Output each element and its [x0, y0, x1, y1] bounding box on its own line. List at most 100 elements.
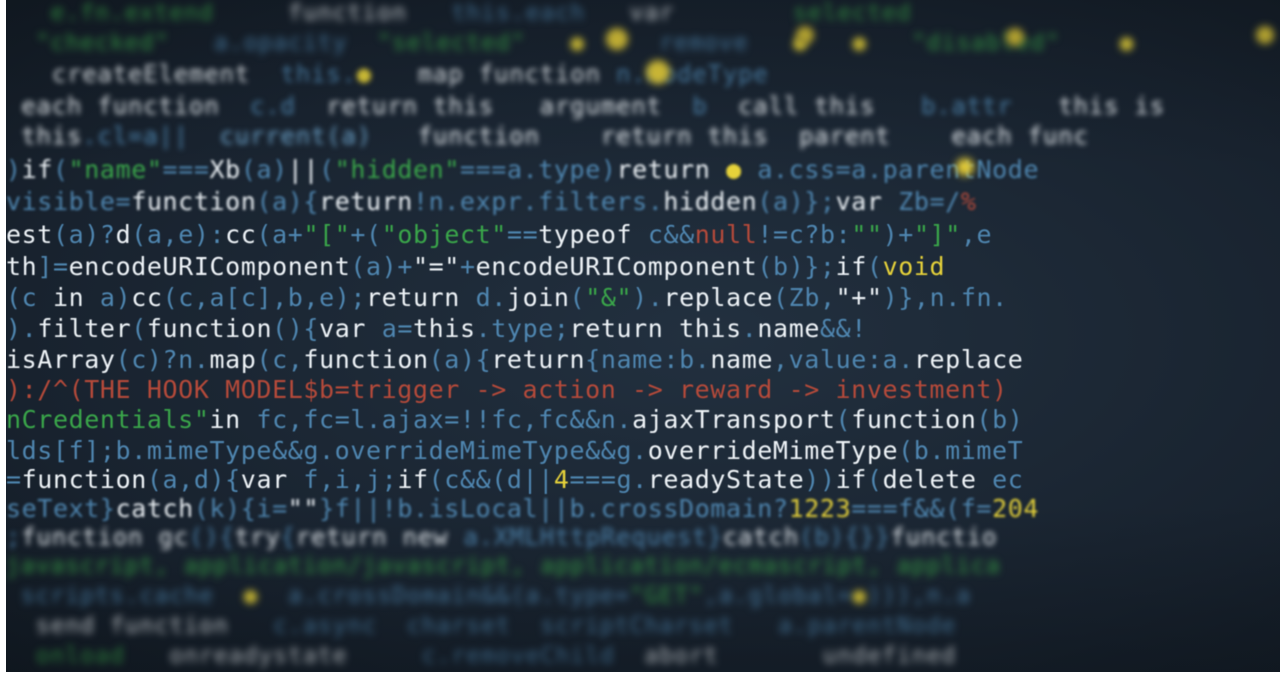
code-token: Xb: [209, 155, 241, 184]
code-token: scripts.cache: [6, 583, 244, 609]
code-line: est(a)?d(a,e):cc(a+"["+("object"==typeof…: [6, 220, 992, 249]
code-token: ).: [6, 314, 38, 343]
code-token: d.: [459, 283, 507, 312]
code-token: "+": [835, 283, 883, 312]
code-token: this.: [250, 60, 357, 88]
code-token: var: [319, 314, 367, 343]
code-token: replace: [663, 283, 774, 312]
code-token: ===a.type): [459, 155, 617, 184]
code-token: !=c?b:: [757, 220, 852, 249]
code-token: if: [835, 465, 867, 494]
code-line: (c in a)cc(c,a[c],b,e);return d.join("&"…: [6, 283, 1008, 312]
code-token: (a): [240, 155, 288, 184]
code-token: ):/^(THE HOOK MODEL$b=trigger -> action …: [6, 375, 1008, 404]
code-token: 4: [553, 465, 570, 494]
image-frame: e.fn.extend function this.each var selec…: [0, 0, 1285, 680]
code-token: each function: [21, 92, 220, 120]
code-line: ;function gc(){try{return new a.XMLHttpR…: [6, 523, 997, 551]
code-token: this is: [1058, 92, 1165, 120]
code-token: (a)?: [52, 220, 116, 249]
code-line: e.fn.extend function this.each var selec…: [6, 0, 912, 26]
code-token: f,i,j;: [287, 465, 398, 494]
code-token: {name:b.: [585, 345, 711, 374]
code-token: +: [459, 252, 476, 281]
code-token: 204: [992, 494, 1040, 523]
code-token: if: [397, 465, 429, 494]
yellow-bokeh-light: [606, 28, 628, 50]
code-token: visible=: [6, 187, 132, 216]
code-token: javascript, application/javascript, appl…: [6, 553, 1001, 579]
code-token: return: [491, 345, 586, 374]
code-token: ==: [506, 220, 539, 249]
code-token: onload: [35, 643, 125, 669]
code-token: (Zb,: [773, 283, 836, 312]
code-token: isArray: [6, 345, 116, 374]
code-token: ●: [356, 60, 372, 88]
code-token: "disabled": [867, 30, 1120, 56]
code-token: overrideMimeType: [647, 436, 899, 465]
code-token: function: [478, 60, 601, 88]
code-token: =: [6, 465, 22, 494]
code-token: return: [319, 187, 413, 216]
code-line: javascript, application/javascript, appl…: [6, 553, 1001, 579]
code-token: function: [21, 523, 144, 551]
code-token: "[": [303, 220, 351, 249]
code-token: ●: [852, 583, 868, 609]
code-token: if: [21, 155, 53, 184]
code-token: lds[f];b.mimeType&&g.overrideMimeType&&g…: [6, 436, 648, 465]
code-token: join: [506, 283, 570, 312]
code-token: +(: [350, 220, 382, 249]
code-line: seText}catch(k){i=""}f||!b.isLocal||b.cr…: [6, 494, 1039, 523]
code-token: (b){}}: [799, 523, 891, 551]
code-token: "": [851, 220, 883, 249]
code-token: return this: [600, 122, 769, 150]
code-token: ,e: [960, 220, 993, 249]
code-token: cc: [131, 283, 163, 312]
code-token: undefined: [822, 643, 957, 669]
code-token: b: [661, 92, 738, 120]
code-token: ●: [1119, 30, 1135, 56]
yellow-bokeh-light: [956, 158, 974, 176]
code-token: c.d: [219, 92, 327, 120]
code-token: c&&: [632, 220, 695, 249]
code-token: ]=: [37, 252, 69, 281]
code-token: )},n.fn.: [882, 283, 1008, 312]
code-token: "]": [913, 220, 961, 249]
code-token: ===f&&(f=: [851, 494, 993, 523]
code-line: "checked" a.opacity "selected" ● remove …: [6, 30, 1135, 56]
code-token: n.nodeType: [600, 60, 769, 88]
code-token: function: [417, 122, 540, 150]
code-token: .cl=a||: [82, 122, 220, 150]
code-token: !n.expr.filters.: [412, 187, 664, 216]
code-token: encodeURIComponent: [68, 252, 351, 281]
code-token: b.attr: [875, 92, 1059, 120]
code-token: (a,e):: [131, 220, 226, 249]
code-token: &&!: [820, 314, 867, 343]
code-token: "GET": [629, 583, 704, 609]
code-token: name: [710, 345, 773, 374]
code-line: scripts.cache ● a.crossDomain&&(a.type="…: [6, 583, 971, 609]
code-token: (a){: [428, 345, 492, 374]
code-token: ec: [976, 465, 1024, 494]
code-token: function: [146, 314, 273, 343]
code-token: "hidden": [334, 155, 460, 184]
code-token: (b.mimeT: [898, 436, 1024, 465]
code-token: (k){i=: [193, 494, 288, 523]
yellow-bokeh-light: [1256, 26, 1274, 44]
code-token: encodeURIComponent: [475, 252, 758, 281]
code-line: ):/^(THE HOOK MODEL$b=trigger -> action …: [6, 375, 1008, 404]
code-token: seText}: [6, 494, 116, 523]
code-token: new: [402, 523, 449, 551]
code-token: (c,: [256, 345, 304, 374]
code-token: (: [866, 252, 883, 281]
